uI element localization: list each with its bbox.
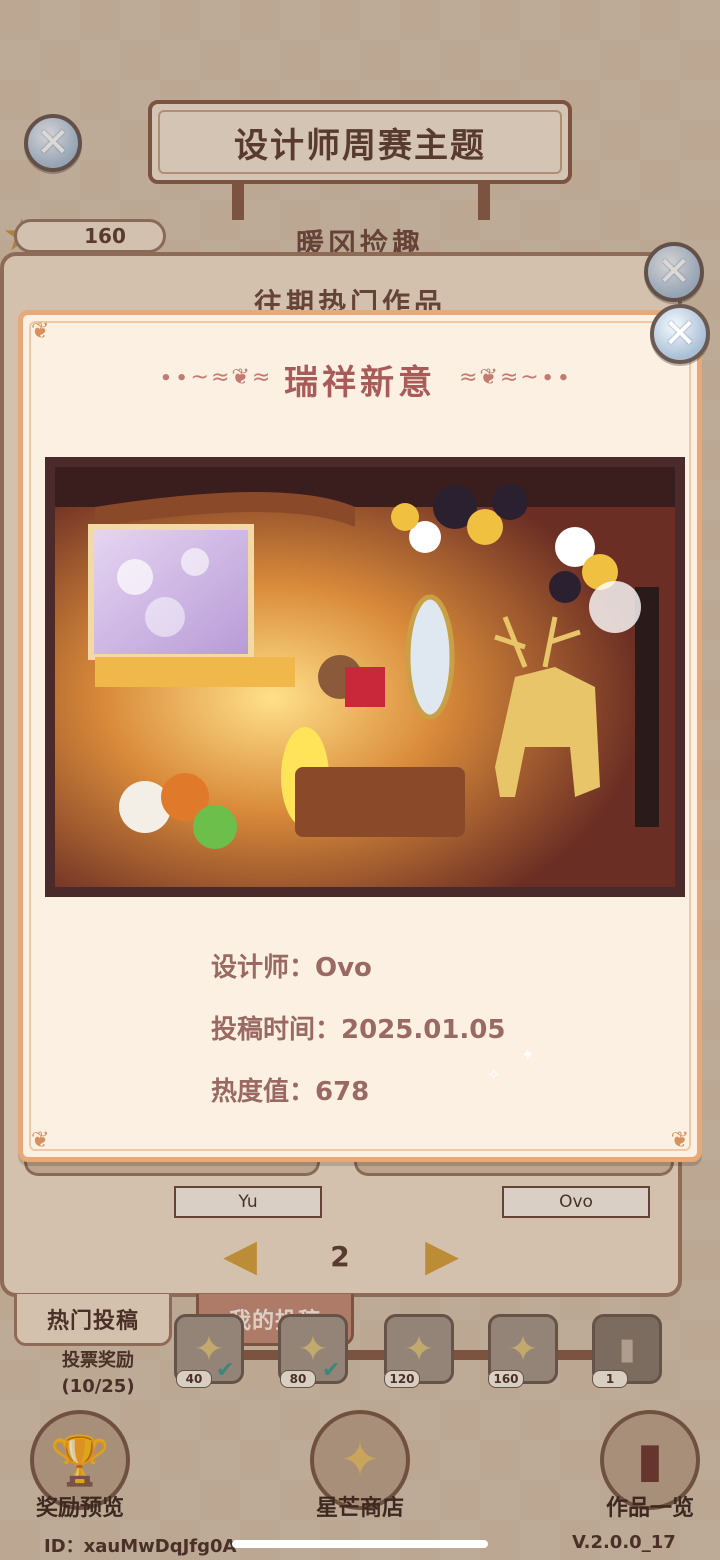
work-title: 瑞祥新意 — [284, 363, 436, 403]
heat-value-info: 热度值：678 — [211, 1077, 370, 1107]
title-flourish-right: ≈❦≈~∙∙ — [459, 365, 573, 390]
corner-ornament: ❦ — [670, 1128, 689, 1153]
close-icon: ✕ — [663, 311, 697, 357]
sparkle-icon: ✧ — [487, 1065, 501, 1084]
corner-ornament: ❦ — [31, 319, 50, 344]
submit-time-info: 投稿时间：2025.01.05 — [211, 1015, 506, 1045]
work-artwork-image — [45, 457, 685, 897]
sparkle-icon: ✦ — [521, 1045, 535, 1064]
designer-info: 设计师：Ovo — [211, 953, 372, 983]
work-detail-modal: ❦ ❦ ❦ ❦ ∙∙~≈❦≈ 瑞祥新意 ≈❦≈~∙∙ — [18, 310, 702, 1162]
artwork-illustration — [55, 467, 675, 887]
corner-ornament: ❦ — [31, 1128, 50, 1153]
modal-close-button[interactable]: ✕ — [650, 304, 710, 364]
home-indicator[interactable] — [232, 1540, 488, 1548]
